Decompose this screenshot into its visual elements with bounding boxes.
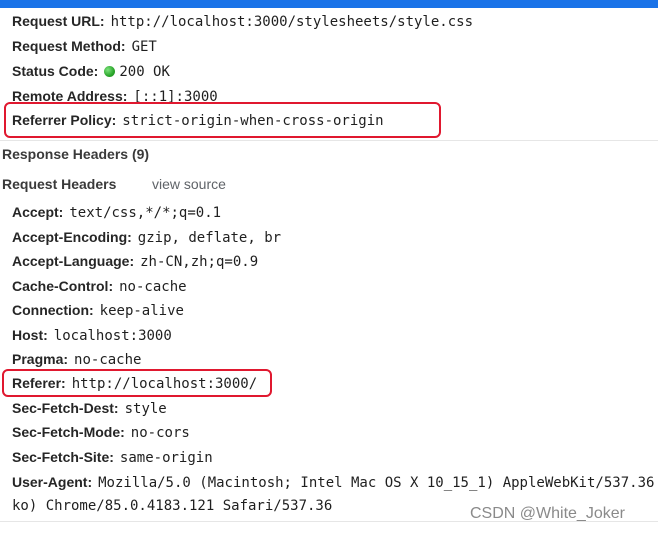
request-url-value: http://localhost:3000/stylesheets/style.… <box>110 14 473 30</box>
sec-fetch-site-key: Sec-Fetch-Site: <box>12 449 114 465</box>
sec-fetch-dest-value: style <box>124 401 167 417</box>
accept-language-value: zh-CN,zh;q=0.9 <box>140 254 259 270</box>
accept-language-row: Accept-Language: zh-CN,zh;q=0.9 <box>12 251 258 271</box>
host-key: Host: <box>12 327 48 343</box>
sec-fetch-site-row: Sec-Fetch-Site: same-origin <box>12 447 213 467</box>
sec-fetch-mode-value: no-cors <box>130 425 190 441</box>
request-headers-toggle[interactable]: Request Headers <box>2 174 116 194</box>
request-method-row: Request Method: GET <box>12 36 157 56</box>
referrer-policy-key: Referrer Policy: <box>12 112 117 128</box>
sec-fetch-dest-key: Sec-Fetch-Dest: <box>12 400 119 416</box>
pragma-value: no-cache <box>74 352 142 368</box>
sec-fetch-dest-row: Sec-Fetch-Dest: style <box>12 398 167 418</box>
accept-key: Accept: <box>12 204 64 220</box>
user-agent-continuation-row: ko) Chrome/85.0.4183.121 Safari/537.36 <box>12 496 332 516</box>
csdn-watermark: CSDN @White_Joker <box>470 505 625 522</box>
request-method-value: GET <box>131 39 157 55</box>
connection-row: Connection: keep-alive <box>12 300 184 320</box>
host-row: Host: localhost:3000 <box>12 325 172 345</box>
user-agent-value-line2: ko) Chrome/85.0.4183.121 Safari/537.36 <box>12 498 333 514</box>
referrer-policy-value: strict-origin-when-cross-origin <box>122 113 384 129</box>
sec-fetch-mode-row: Sec-Fetch-Mode: no-cors <box>12 422 190 442</box>
accept-encoding-value: gzip, deflate, br <box>137 230 282 246</box>
accept-row: Accept: text/css,*/*;q=0.1 <box>12 202 221 222</box>
user-agent-key: User-Agent: <box>12 474 93 490</box>
status-code-value: 200 OK <box>119 64 170 80</box>
request-url-key: Request URL: <box>12 13 105 29</box>
section-divider <box>0 140 658 141</box>
cache-control-value: no-cache <box>119 279 187 295</box>
request-method-key: Request Method: <box>12 38 126 54</box>
response-headers-toggle[interactable]: Response Headers (9) <box>2 144 149 164</box>
pragma-key: Pragma: <box>12 351 69 367</box>
user-agent-value-line1: Mozilla/5.0 (Macintosh; Intel Mac OS X 1… <box>98 475 655 491</box>
host-value: localhost:3000 <box>53 328 172 344</box>
user-agent-row: User-Agent: Mozilla/5.0 (Macintosh; Intel… <box>12 472 658 492</box>
accept-encoding-key: Accept-Encoding: <box>12 229 132 245</box>
accept-encoding-row: Accept-Encoding: gzip, deflate, br <box>12 227 281 247</box>
referrer-policy-row: Referrer Policy: strict-origin-when-cross… <box>12 110 384 130</box>
referer-row: Referer: http://localhost:3000/ <box>12 373 257 393</box>
status-ok-dot-icon <box>104 66 116 77</box>
sec-fetch-site-value: same-origin <box>119 450 213 466</box>
accept-language-key: Accept-Language: <box>12 253 135 269</box>
status-code-row: Status Code: 200 OK <box>12 61 170 81</box>
connection-value: keep-alive <box>99 303 184 319</box>
sec-fetch-mode-key: Sec-Fetch-Mode: <box>12 424 125 440</box>
connection-key: Connection: <box>12 302 94 318</box>
view-source-link[interactable]: view source <box>152 174 226 194</box>
cache-control-row: Cache-Control: no-cache <box>12 276 187 296</box>
top-accent-bar <box>0 0 658 8</box>
pragma-row: Pragma: no-cache <box>12 349 141 369</box>
referer-key: Referer: <box>12 375 66 391</box>
referer-value: http://localhost:3000/ <box>71 376 258 392</box>
status-code-key: Status Code: <box>12 63 99 79</box>
cache-control-key: Cache-Control: <box>12 278 114 294</box>
request-url-row: Request URL: http://localhost:3000/styles… <box>12 11 473 31</box>
accept-value: text/css,*/*;q=0.1 <box>69 205 222 221</box>
